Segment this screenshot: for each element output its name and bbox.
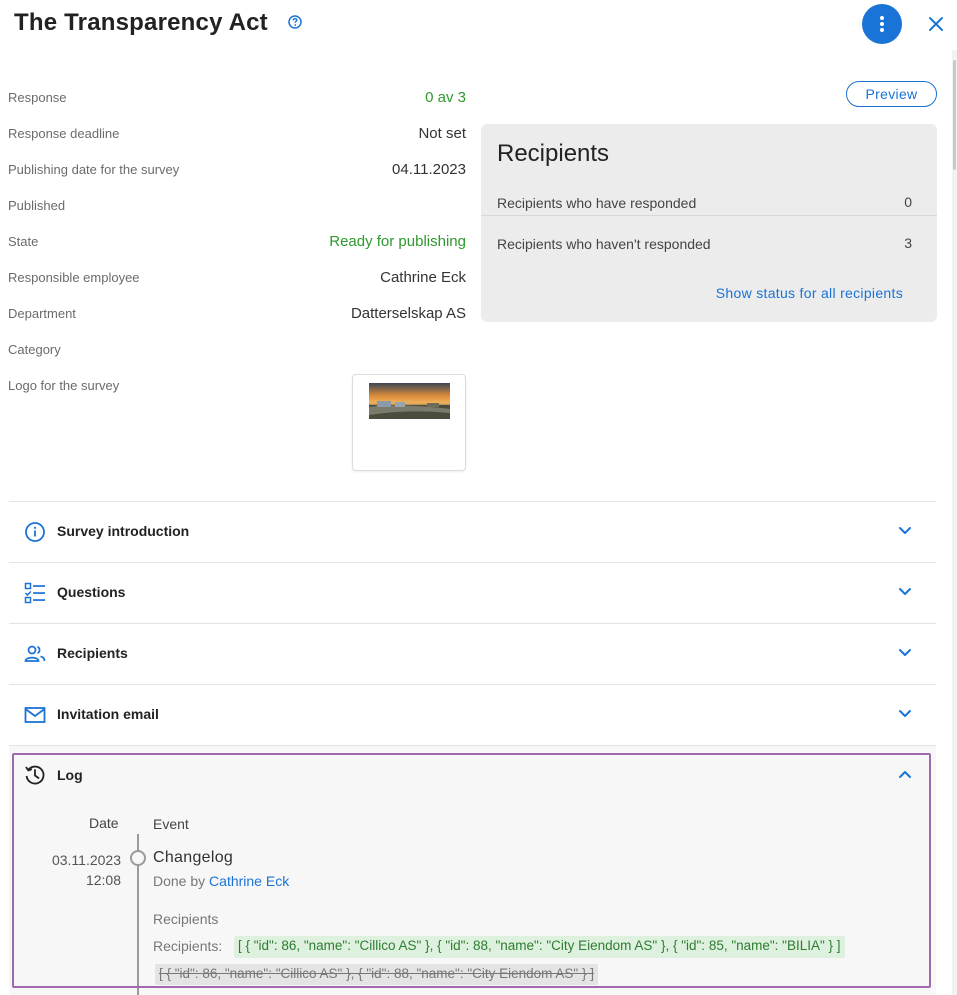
detail-row-responsible: Responsible employee Cathrine Eck xyxy=(8,264,466,300)
log-entry-time: 12:08 xyxy=(85,872,121,888)
responsible-employee-value: Cathrine Eck xyxy=(380,269,466,286)
scrollbar-thumb[interactable] xyxy=(953,60,956,170)
people-icon xyxy=(24,645,46,662)
detail-label: Response deadline xyxy=(8,126,120,141)
detail-row-published: Published xyxy=(8,192,466,228)
survey-details: Response 0 av 3 Response deadline Not se… xyxy=(8,84,466,408)
log-event-title: Changelog xyxy=(153,849,234,866)
survey-logo-image xyxy=(369,383,450,419)
timeline-dot xyxy=(130,850,146,866)
section-label: Recipients xyxy=(57,645,128,661)
detail-row-publishing-date: Publishing date for the survey 04.11.202… xyxy=(8,156,466,192)
card-row-label: Recipients who have responded xyxy=(497,195,697,211)
changed-field-label: Recipients: xyxy=(153,938,223,954)
detail-row-department: Department Datterselskap AS xyxy=(8,300,466,336)
old-value-diff: [ { "id": 86, "name": "Cillico AS" }, { … xyxy=(155,964,598,985)
more-options-button[interactable] xyxy=(862,4,902,44)
detail-label: Logo for the survey xyxy=(8,378,120,393)
divider xyxy=(481,215,937,216)
new-value-diff: [ { "id": 86, "name": "Cillico AS" }, { … xyxy=(234,936,845,958)
close-icon xyxy=(929,17,943,31)
log-entry-datetime: 03.11.2023 12:08 xyxy=(52,850,121,890)
section-label: Invitation email xyxy=(57,706,159,722)
help-icon[interactable] xyxy=(288,15,302,29)
detail-row-state: State Ready for publishing xyxy=(8,228,466,264)
info-icon xyxy=(25,522,45,542)
changed-field-heading: Recipients xyxy=(153,911,219,927)
show-status-link[interactable]: Show status for all recipients xyxy=(716,285,903,301)
chevron-down-icon[interactable] xyxy=(898,648,912,658)
not-responded-count: 3 xyxy=(904,235,912,251)
recipients-card-title: Recipients xyxy=(497,140,610,167)
log-section-label[interactable]: Log xyxy=(57,767,83,783)
log-entry-date: 03.11.2023 xyxy=(51,852,121,868)
section-label: Survey introduction xyxy=(57,523,190,539)
chevron-down-icon[interactable] xyxy=(898,526,912,536)
detail-row-category: Category xyxy=(8,336,466,372)
recipients-responded-row: Recipients who have responded 0 xyxy=(481,183,937,223)
section-invitation-email[interactable]: Invitation email xyxy=(9,684,936,745)
department-value: Datterselskap AS xyxy=(350,305,466,322)
recipients-not-responded-row: Recipients who haven't responded 3 xyxy=(481,224,937,264)
deadline-value: Not set xyxy=(418,125,466,142)
mail-icon xyxy=(24,707,46,723)
detail-label: State xyxy=(8,234,39,249)
preview-button[interactable]: Preview xyxy=(846,81,937,107)
close-button[interactable] xyxy=(925,13,947,35)
detail-label: Responsible employee xyxy=(8,270,140,285)
more-vertical-icon xyxy=(880,16,884,32)
section-survey-introduction[interactable]: Survey introduction xyxy=(9,501,936,562)
done-by-prefix: Done by xyxy=(153,873,206,889)
scrollbar-track[interactable] xyxy=(952,50,957,995)
section-questions[interactable]: Questions xyxy=(9,562,936,623)
section-recipients[interactable]: Recipients xyxy=(9,623,936,684)
survey-logo-upload[interactable] xyxy=(352,374,466,471)
log-done-by: Done by Cathrine Eck xyxy=(153,873,289,889)
chevron-down-icon[interactable] xyxy=(898,587,912,597)
detail-row-response: Response 0 av 3 xyxy=(8,84,466,120)
recipients-summary-card: Recipients Recipients who have responded… xyxy=(481,124,937,322)
detail-label: Publishing date for the survey xyxy=(8,162,180,177)
detail-label: Published xyxy=(8,198,66,213)
history-icon xyxy=(25,765,45,785)
state-value: Ready for publishing xyxy=(329,233,466,250)
publishing-date-value: 04.11.2023 xyxy=(392,161,466,178)
detail-label: Department xyxy=(8,306,76,321)
card-row-label: Recipients who haven't responded xyxy=(497,236,711,252)
done-by-user-link[interactable]: Cathrine Eck xyxy=(209,873,289,889)
log-column-event: Event xyxy=(153,816,189,832)
checklist-icon xyxy=(24,582,45,604)
page-title: The Transparency Act xyxy=(14,9,268,36)
detail-row-deadline: Response deadline Not set xyxy=(8,120,466,156)
detail-label: Category xyxy=(8,342,61,357)
header: The Transparency Act xyxy=(0,0,957,50)
chevron-up-icon[interactable] xyxy=(898,769,912,779)
response-count: 0 av 3 xyxy=(425,89,466,106)
log-column-date: Date xyxy=(89,815,119,831)
responded-count: 0 xyxy=(904,194,912,210)
section-label: Questions xyxy=(57,584,126,600)
chevron-down-icon[interactable] xyxy=(898,709,912,719)
detail-label: Response xyxy=(8,90,67,105)
